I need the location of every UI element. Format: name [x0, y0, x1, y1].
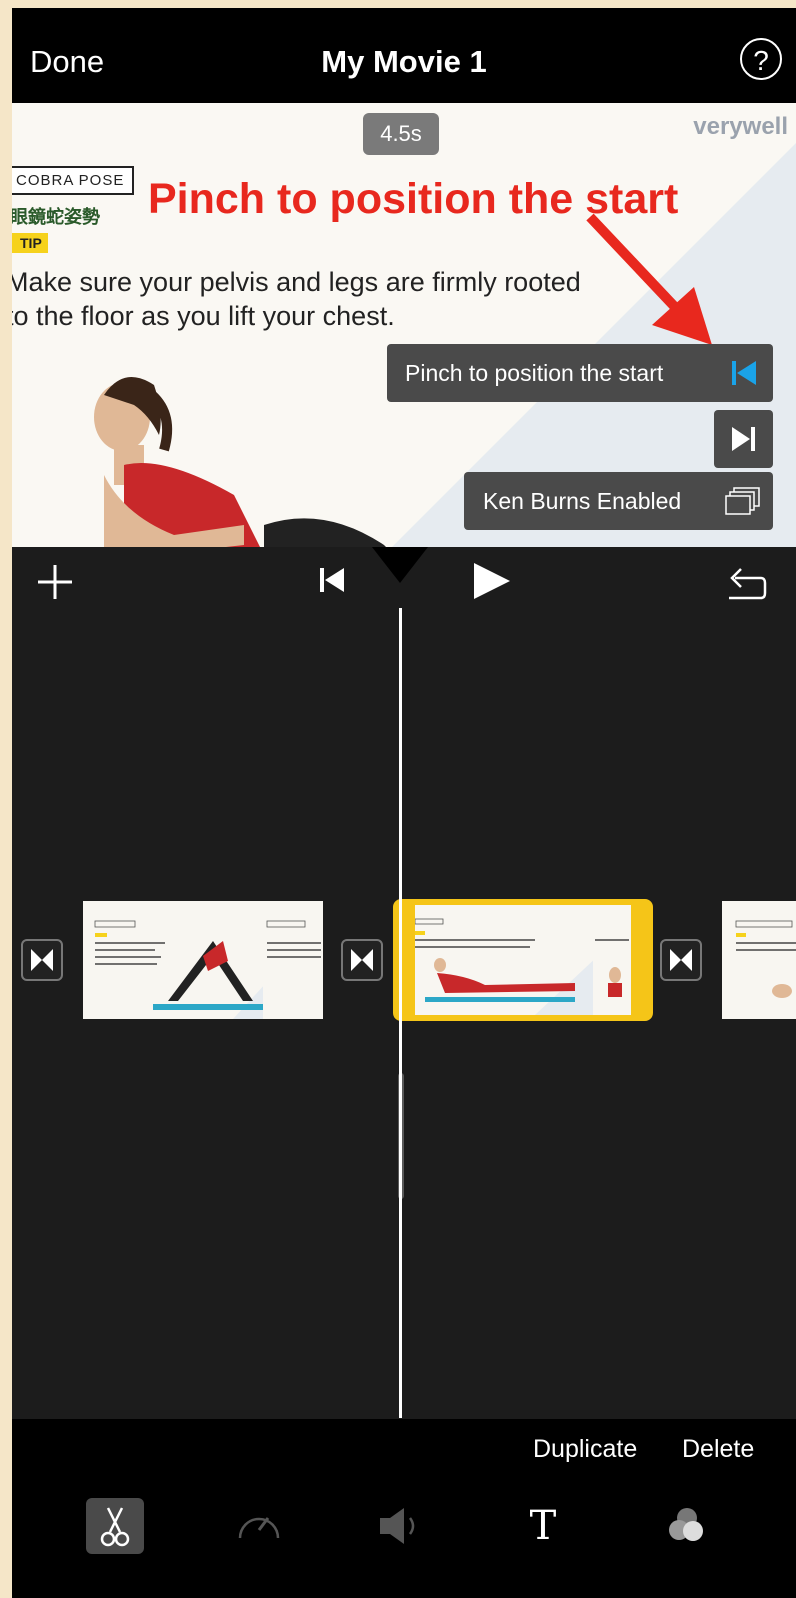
- ken-burns-button[interactable]: Ken Burns Enabled: [464, 472, 773, 530]
- transition-icon: [351, 949, 373, 971]
- brand-logo: verywell: [693, 113, 788, 140]
- position-end-button[interactable]: [714, 410, 773, 468]
- delete-button[interactable]: Delete: [682, 1435, 754, 1464]
- imovie-screen: Done My Movie 1 ? 4.5s verywell COBRA PO…: [12, 8, 796, 1598]
- clip-thumbnail[interactable]: [722, 901, 796, 1019]
- playhead-marker: [372, 547, 428, 583]
- playhead-line: [399, 608, 402, 1418]
- video-preview[interactable]: 4.5s verywell COBRA POSE 眼鏡蛇姿勢 TIP Make …: [12, 103, 796, 547]
- title-text-icon[interactable]: T: [514, 1498, 572, 1554]
- clip-image: [735, 920, 796, 998]
- tab-speed[interactable]: [230, 1498, 288, 1554]
- tab-filters[interactable]: [658, 1498, 716, 1554]
- transition-button[interactable]: [660, 939, 702, 981]
- nav-bar: Done My Movie 1 ?: [12, 8, 796, 103]
- tip-badge: TIP: [12, 233, 48, 253]
- clip-thumbnail[interactable]: [83, 901, 323, 1019]
- tip-text: Make sure your pelvis and legs are firml…: [12, 267, 581, 331]
- help-button[interactable]: ?: [740, 38, 782, 80]
- transition-button[interactable]: [21, 939, 63, 981]
- volume-icon: [380, 1508, 415, 1544]
- ken-burns-icon: [725, 487, 760, 515]
- pinch-hint-label: Pinch to position the start: [405, 360, 664, 386]
- project-title: My Movie 1: [321, 44, 487, 79]
- plus-icon[interactable]: [36, 563, 74, 601]
- pose-label-chinese: 眼鏡蛇姿勢: [12, 207, 100, 227]
- clip-image: [94, 901, 323, 1019]
- done-button[interactable]: Done: [30, 44, 104, 80]
- skip-to-start-icon[interactable]: [317, 565, 347, 595]
- filters-icon: [669, 1508, 703, 1541]
- scissors-icon: [100, 1507, 130, 1547]
- tab-volume[interactable]: [374, 1498, 432, 1554]
- speed-icon: [238, 1517, 280, 1539]
- skip-end-icon: [732, 427, 755, 451]
- duplicate-button[interactable]: Duplicate: [533, 1435, 637, 1464]
- skip-start-blue-icon: [732, 361, 756, 385]
- pose-label: COBRA POSE: [12, 166, 135, 195]
- play-icon[interactable]: [472, 561, 512, 601]
- transition-icon: [31, 949, 53, 971]
- tab-scissors[interactable]: [86, 1498, 144, 1554]
- ken-burns-label: Ken Burns Enabled: [483, 488, 682, 514]
- selected-clip-border[interactable]: [393, 899, 653, 1021]
- duration-badge: 4.5s: [363, 113, 439, 155]
- transition-button[interactable]: [341, 939, 383, 981]
- annotation-arrow-icon: [586, 213, 712, 345]
- undo-icon[interactable]: [725, 563, 767, 603]
- pinch-hint-button[interactable]: Pinch to position the start: [387, 344, 773, 402]
- transition-icon: [670, 949, 692, 971]
